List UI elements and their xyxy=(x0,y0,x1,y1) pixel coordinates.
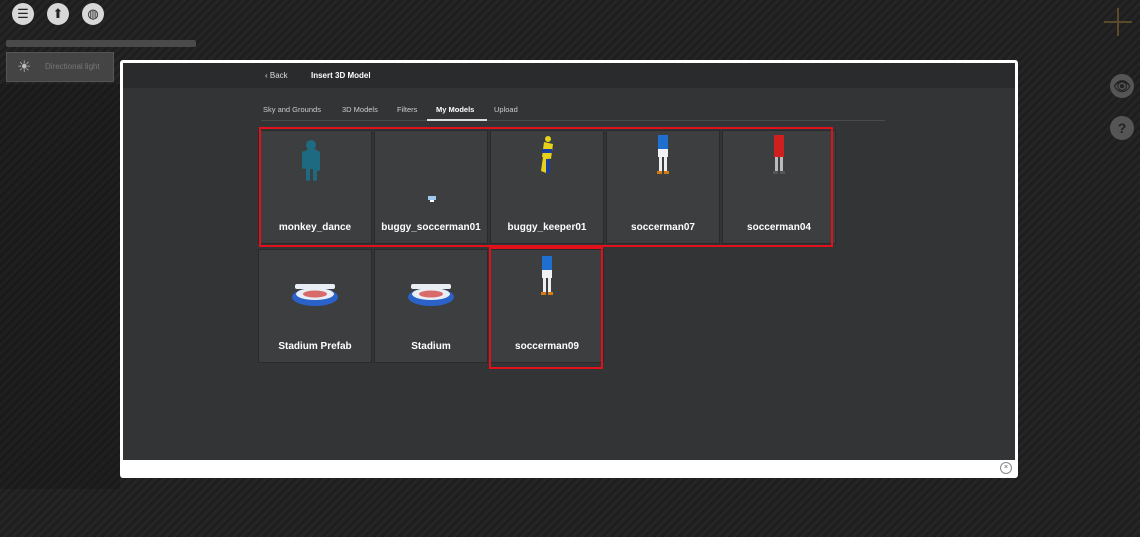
model-name: soccerman04 xyxy=(747,222,811,233)
axis-gizmo-icon xyxy=(1104,8,1132,36)
model-card-stadium[interactable]: Stadium xyxy=(374,249,488,363)
tab-upload[interactable]: Upload xyxy=(494,105,518,114)
dialog-header: ‹ Back Insert 3D Model xyxy=(123,63,1015,88)
back-button[interactable]: ‹ Back xyxy=(265,71,288,80)
stadium-icon xyxy=(292,284,338,306)
tiny-model-icon xyxy=(428,196,436,202)
globe-icon[interactable]: ◍ xyxy=(82,3,104,25)
light-item[interactable]: ☀ Directional light xyxy=(6,52,114,82)
dialog-body: ‹ Back Insert 3D Model Sky and Grounds 3… xyxy=(123,63,1015,460)
model-card-monkey-dance[interactable]: monkey_dance xyxy=(258,130,372,244)
tab-filters[interactable]: Filters xyxy=(397,105,417,114)
model-card-soccerman04[interactable]: soccerman04 xyxy=(722,130,836,244)
keeper-figure-icon xyxy=(541,136,553,173)
model-card-buggy-keeper01[interactable]: buggy_keeper01 xyxy=(490,130,604,244)
bulb-icon: ☀ xyxy=(17,59,32,76)
close-button[interactable]: × xyxy=(1000,462,1012,474)
small-figure-icon xyxy=(375,135,487,195)
player-figure-icon xyxy=(541,256,553,295)
model-name: Stadium xyxy=(411,341,451,352)
upload-icon[interactable]: ⬆ xyxy=(47,3,69,25)
model-card-soccerman07[interactable]: soccerman07 xyxy=(606,130,720,244)
model-card-buggy-soccerman01[interactable]: buggy_soccerman01 xyxy=(374,130,488,244)
help-icon[interactable]: ? xyxy=(1110,116,1134,140)
model-name: soccerman09 xyxy=(515,341,579,352)
eye-icon[interactable]: 👁 xyxy=(1110,74,1134,98)
side-panel xyxy=(0,84,120,489)
model-name: buggy_keeper01 xyxy=(507,222,587,233)
tab-sky-and-grounds[interactable]: Sky and Grounds xyxy=(263,105,321,114)
insert-model-dialog: ‹ Back Insert 3D Model Sky and Grounds 3… xyxy=(120,60,1018,478)
light-item-label: Directional light xyxy=(45,62,100,71)
model-card-stadium-prefab[interactable]: Stadium Prefab xyxy=(258,249,372,363)
player-figure-icon xyxy=(773,135,785,174)
tab-bar: Sky and Grounds 3D Models Filters My Mod… xyxy=(261,100,885,121)
tab-my-models[interactable]: My Models xyxy=(436,105,474,114)
back-label: Back xyxy=(269,71,288,80)
stadium-icon xyxy=(408,284,454,306)
player-figure-icon xyxy=(657,135,669,174)
model-name: Stadium Prefab xyxy=(278,341,352,352)
active-tab-indicator xyxy=(427,119,487,121)
monkey-figure-icon xyxy=(302,140,320,181)
model-name: monkey_dance xyxy=(278,222,352,233)
toolbar-strip xyxy=(6,40,196,47)
model-name: buggy_soccerman01 xyxy=(381,222,481,233)
dialog-title: Insert 3D Model xyxy=(311,71,371,80)
menu-icon[interactable]: ☰ xyxy=(12,3,34,25)
model-name: soccerman07 xyxy=(631,222,695,233)
model-card-soccerman09[interactable]: soccerman09 xyxy=(490,249,604,363)
tab-3d-models[interactable]: 3D Models xyxy=(342,105,378,114)
